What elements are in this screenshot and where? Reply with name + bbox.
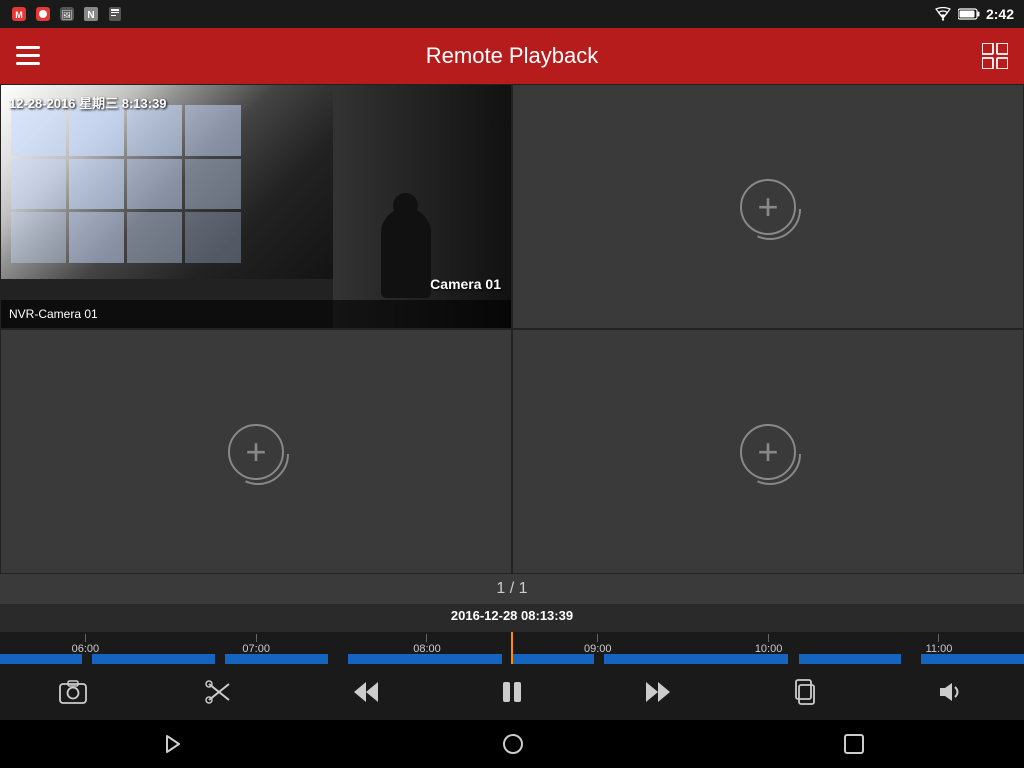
rewind-button[interactable] xyxy=(344,670,388,714)
status-icons-left: M 🖼 N xyxy=(10,5,124,23)
video-grid: 12-28-2016 星期三 8:13:39 Camera 01 NVR-Cam… xyxy=(0,84,1024,574)
svg-text:🖼: 🖼 xyxy=(61,10,72,20)
app-icon-5 xyxy=(106,5,124,23)
timeline-track[interactable]: 06:00 07:00 08:00 09:00 10:00 11:00 xyxy=(0,632,1024,664)
pause-button[interactable] xyxy=(490,670,534,714)
add-camera-icon-3 xyxy=(228,424,284,480)
timeline-label-5: 11:00 xyxy=(926,634,953,655)
video-cell-3[interactable] xyxy=(0,329,512,574)
camera-timestamp: 12-28-2016 星期三 8:13:39 xyxy=(9,93,167,112)
battery-icon xyxy=(958,8,980,20)
top-bar: Remote Playback xyxy=(0,28,1024,84)
recent-apps-button[interactable] xyxy=(843,733,865,755)
page-indicator-text: 1 / 1 xyxy=(496,580,527,598)
video-cell-4[interactable] xyxy=(512,329,1024,574)
timeline-label-0: 06:00 xyxy=(72,634,100,655)
timeline-area[interactable]: 2016-12-28 08:13:39 06:00 07:00 08:00 09… xyxy=(0,604,1024,664)
app-icon-2 xyxy=(34,5,52,23)
timeline-label-3: 09:00 xyxy=(584,634,612,655)
home-button[interactable] xyxy=(501,732,525,756)
svg-text:M: M xyxy=(15,10,23,20)
timeline-datetime: 2016-12-28 08:13:39 xyxy=(451,608,573,623)
timeline-cursor xyxy=(511,632,513,664)
video-cell-1[interactable]: 12-28-2016 星期三 8:13:39 Camera 01 NVR-Cam… xyxy=(0,84,512,329)
screenshot-button[interactable] xyxy=(51,670,95,714)
wifi-icon xyxy=(934,7,952,21)
add-camera-icon-4 xyxy=(740,424,796,480)
video-cell-2[interactable] xyxy=(512,84,1024,329)
camera-name-text: NVR-Camera 01 xyxy=(9,307,98,321)
camera-name-bar: NVR-Camera 01 xyxy=(1,300,511,328)
fastforward-button[interactable] xyxy=(636,670,680,714)
back-button[interactable] xyxy=(159,732,183,756)
page-title: Remote Playback xyxy=(426,43,598,69)
svg-text:N: N xyxy=(87,10,94,21)
volume-button[interactable] xyxy=(929,670,973,714)
app-icon-4: N xyxy=(82,5,100,23)
nav-bar xyxy=(0,720,1024,768)
bottom-controls xyxy=(0,664,1024,720)
grid-view-button[interactable] xyxy=(982,43,1008,69)
archive-button[interactable] xyxy=(783,670,827,714)
timeline-label-2: 08:00 xyxy=(413,634,441,655)
clock-display: 2:42 xyxy=(986,6,1014,22)
app-icon-1: M xyxy=(10,5,28,23)
status-bar: M 🖼 N xyxy=(0,0,1024,28)
add-camera-icon-2 xyxy=(740,179,796,235)
timeline-label-1: 07:00 xyxy=(242,634,270,655)
page-indicator: 1 / 1 xyxy=(0,574,1024,604)
menu-button[interactable] xyxy=(16,46,40,66)
status-icons-right: 2:42 xyxy=(934,6,1014,22)
camera-feed-1: 12-28-2016 星期三 8:13:39 Camera 01 NVR-Cam… xyxy=(1,85,511,328)
camera-label: Camera 01 xyxy=(430,276,501,292)
trim-button[interactable] xyxy=(197,670,241,714)
app-icon-3: 🖼 xyxy=(58,5,76,23)
timeline-header: 2016-12-28 08:13:39 xyxy=(0,604,1024,632)
timeline-label-4: 10:00 xyxy=(755,634,783,655)
